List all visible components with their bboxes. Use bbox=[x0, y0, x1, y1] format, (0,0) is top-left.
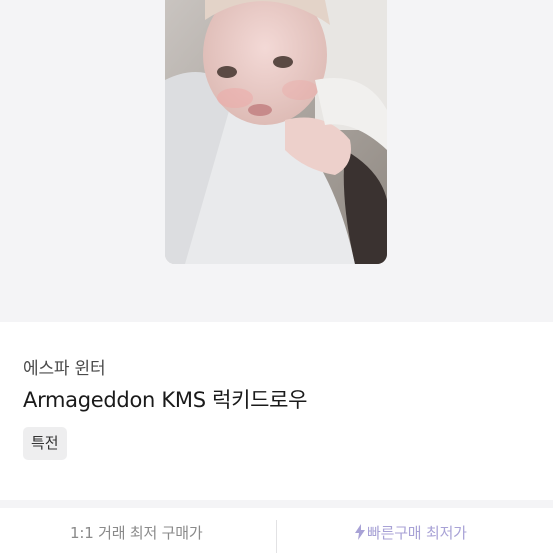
product-image-area bbox=[0, 0, 553, 322]
photocard-image bbox=[165, 0, 387, 264]
product-tag[interactable]: 특전 bbox=[23, 427, 67, 460]
lightning-icon bbox=[355, 524, 365, 540]
product-photo[interactable] bbox=[165, 0, 387, 264]
quick-buy-label-text: 빠른구매 최저가 bbox=[367, 524, 467, 542]
quick-buy-price-label[interactable]: 빠른구매 최저가 bbox=[354, 522, 467, 543]
product-title: Armageddon KMS 럭키드로우 bbox=[23, 388, 308, 412]
direct-trade-price-label[interactable]: 1:1 거래 최저 구매가 bbox=[70, 522, 203, 543]
artist-name: 에스파 윈터 bbox=[23, 359, 106, 379]
price-bar: 1:1 거래 최저 구매가 빠른구매 최저가 bbox=[0, 508, 553, 553]
product-info: 에스파 윈터 Armageddon KMS 럭키드로우 특전 bbox=[0, 322, 553, 500]
price-divider bbox=[276, 520, 277, 553]
section-divider bbox=[0, 500, 553, 508]
